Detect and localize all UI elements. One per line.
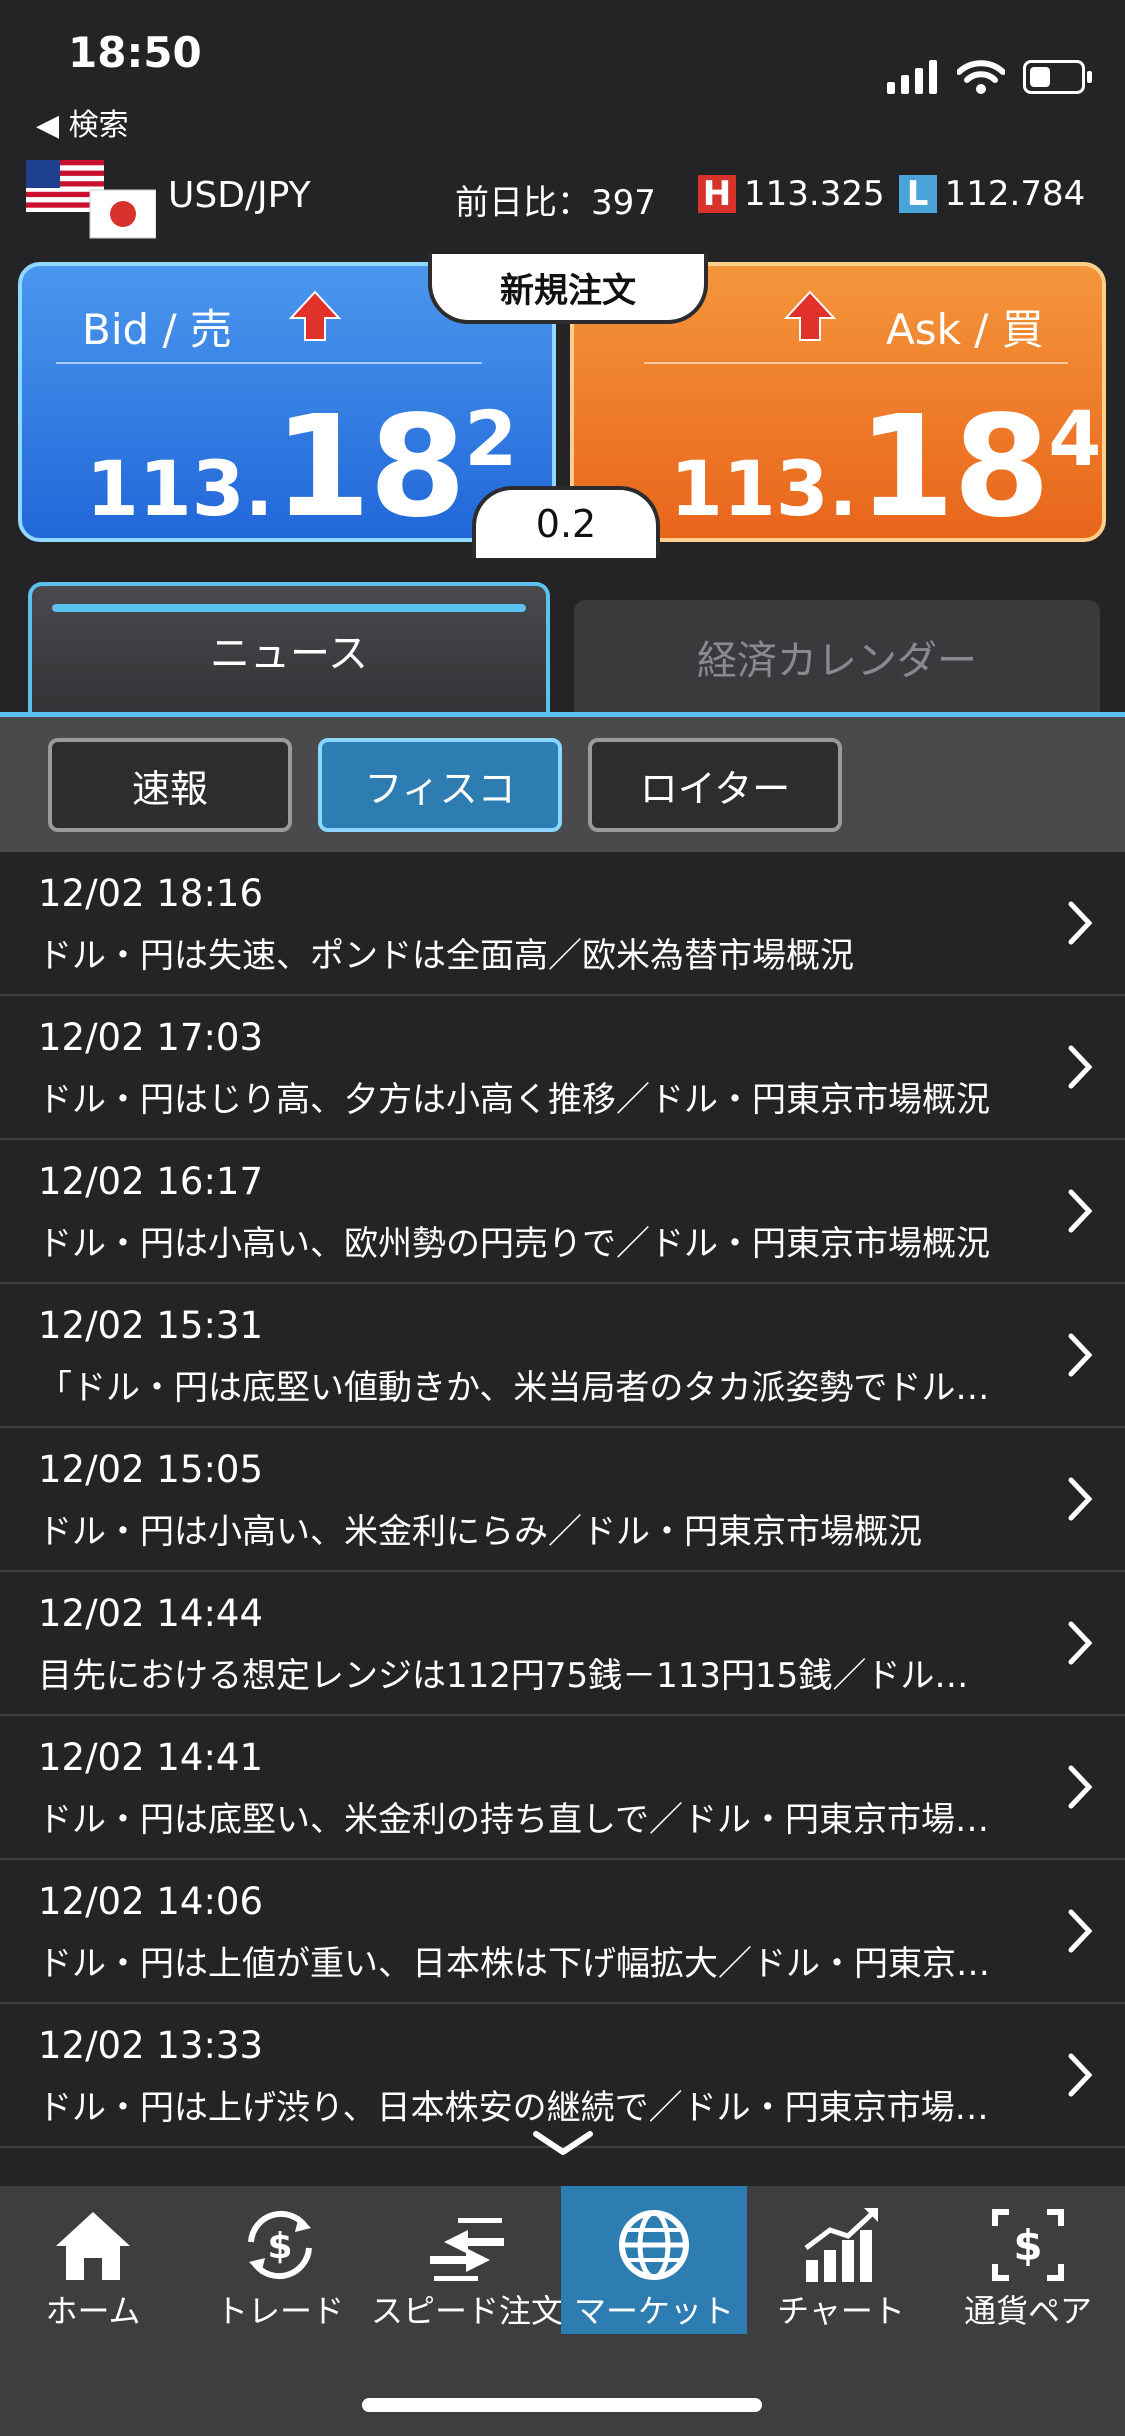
news-title: ドル・円は底堅い、米金利の持ち直しで／ドル・円東京市場… [38, 1800, 989, 1840]
battery-icon [1023, 60, 1092, 94]
spread-value: 0.2 [472, 486, 660, 558]
news-time: 12/02 14:41 [38, 1736, 264, 1779]
news-list-item[interactable]: 12/02 15:31 「ドル・円は底堅い値動きか、米当局者のタカ派姿勢でドル… [0, 1284, 1125, 1428]
chevron-right-icon [1068, 1333, 1093, 1377]
news-list-item[interactable]: 12/02 17:03 ドル・円はじり高、夕方は小高く推移／ドル・円東京市場概況 [0, 996, 1125, 1140]
tab-news[interactable]: ニュース [28, 582, 550, 714]
news-time: 12/02 14:44 [38, 1592, 264, 1635]
chevron-right-icon [1068, 1621, 1093, 1665]
bid-price-major: 113. [86, 444, 274, 533]
nav-speed-order[interactable]: スピード注文 [371, 2186, 563, 2334]
speed-order-icon [430, 2218, 504, 2281]
tab-news-label: ニュース [210, 631, 368, 677]
svg-text:$: $ [1013, 2221, 1042, 2270]
news-list: 12/02 18:16 ドル・円は失速、ポンドは全面高／欧米為替市場概況 12/… [0, 852, 1125, 2148]
high-low: H 113.325 L 112.784 [698, 174, 1085, 214]
low-badge: L [898, 174, 937, 214]
bid-price: 113. 18 2 [86, 386, 518, 542]
bid-price-pip: 2 [464, 394, 518, 483]
globe-icon [619, 2210, 689, 2280]
news-list-item[interactable]: 12/02 14:06 ドル・円は上値が重い、日本株は下げ幅拡大／ドル・円東京… [0, 1860, 1125, 2004]
tab-economic-calendar-label: 経済カレンダー [697, 638, 977, 684]
news-list-item[interactable]: 12/02 14:44 目先における想定レンジは112円75銭－113円15銭／… [0, 1572, 1125, 1716]
chevron-right-icon [1068, 901, 1093, 945]
currency-pair-label: USD/JPY [168, 175, 311, 216]
bid-up-arrow-icon [288, 290, 342, 341]
filter-breaking-button[interactable]: 速報 [48, 738, 292, 832]
trade-icon: $ [248, 2210, 312, 2280]
scroll-more-chevron-down-icon[interactable] [528, 2126, 598, 2160]
status-icons [887, 60, 1092, 94]
chevron-right-icon [1068, 1909, 1093, 1953]
news-time: 12/02 14:06 [38, 1880, 264, 1923]
ask-up-arrow-icon [783, 290, 837, 341]
news-time: 12/02 18:16 [38, 872, 264, 915]
high-value: 113.325 [744, 174, 885, 214]
tab-economic-calendar[interactable]: 経済カレンダー [574, 600, 1100, 714]
svg-text:$: $ [267, 2226, 292, 2267]
bid-label: Bid / 売 [82, 305, 232, 354]
chevron-right-icon [1068, 2053, 1093, 2097]
bid-price-big: 18 [273, 386, 467, 542]
ask-label: Ask / 買 [886, 305, 1044, 354]
news-title: 「ドル・円は底堅い値動きか、米当局者のタカ派姿勢でドル… [38, 1368, 990, 1408]
usd-jpy-flags-icon [26, 160, 156, 239]
day-change: 前日比：397 [455, 183, 656, 223]
news-time: 12/02 15:31 [38, 1304, 264, 1347]
nav-currency-pair-label: 通貨ペア [963, 2292, 1092, 2330]
ask-price-major: 113. [670, 444, 858, 533]
filter-reuters-button[interactable]: ロイター [588, 738, 842, 832]
news-time: 12/02 15:05 [38, 1448, 264, 1491]
news-title: 目先における想定レンジは112円75銭－113円15銭／ドル… [38, 1656, 969, 1696]
home-icon [56, 2212, 130, 2280]
currency-pair-icon: $ [992, 2209, 1064, 2281]
nav-currency-pair[interactable]: $ 通貨ペア [935, 2186, 1121, 2334]
chevron-right-icon [1068, 1189, 1093, 1233]
news-title: ドル・円は小高い、米金利にらみ／ドル・円東京市場概況 [38, 1512, 922, 1552]
news-title: ドル・円は小高い、欧州勢の円売りで／ドル・円東京市場概況 [38, 1224, 990, 1264]
high-badge: H [698, 174, 736, 214]
back-to-search-link[interactable]: ◀ 検索 [36, 100, 129, 144]
nav-home[interactable]: ホーム [0, 2186, 186, 2334]
nav-home-label: ホーム [45, 2292, 141, 2330]
news-title: ドル・円は失速、ポンドは全面高／欧米為替市場概況 [38, 936, 854, 976]
news-list-item[interactable]: 12/02 18:16 ドル・円は失速、ポンドは全面高／欧米為替市場概況 [0, 852, 1125, 996]
news-time: 12/02 16:17 [38, 1160, 264, 1203]
new-order-button[interactable]: 新規注文 [428, 254, 708, 324]
filter-fisco-button[interactable]: フィスコ [318, 738, 562, 832]
nav-market[interactable]: マーケット [561, 2186, 747, 2334]
news-list-item[interactable]: 12/02 16:17 ドル・円は小高い、欧州勢の円売りで／ドル・円東京市場概況 [0, 1140, 1125, 1284]
news-time: 12/02 17:03 [38, 1016, 264, 1059]
nav-market-label: マーケット [573, 2292, 734, 2330]
wifi-icon [957, 60, 1005, 94]
news-list-item[interactable]: 12/02 14:41 ドル・円は底堅い、米金利の持ち直しで／ドル・円東京市場… [0, 1716, 1125, 1860]
news-list-item[interactable]: 12/02 15:05 ドル・円は小高い、米金利にらみ／ドル・円東京市場概況 [0, 1428, 1125, 1572]
ask-price: 113. 18 4 [670, 386, 1102, 542]
nav-trade-label: トレード [215, 2292, 344, 2330]
chevron-right-icon [1068, 1045, 1093, 1089]
chart-icon [804, 2208, 878, 2282]
ask-price-big: 18 [857, 386, 1051, 542]
nav-chart[interactable]: チャート [748, 2186, 934, 2334]
chevron-right-icon [1068, 1477, 1093, 1521]
news-time: 12/02 13:33 [38, 2024, 264, 2067]
news-title: ドル・円は上値が重い、日本株は下げ幅拡大／ドル・円東京… [38, 1944, 990, 1984]
home-indicator [362, 2398, 762, 2412]
cellular-signal-icon [887, 60, 937, 94]
nav-trade[interactable]: $ トレード [187, 2186, 373, 2334]
nav-chart-label: チャート [777, 2292, 905, 2330]
chevron-right-icon [1068, 1765, 1093, 1809]
low-value: 112.784 [944, 174, 1086, 214]
nav-speed-order-label: スピード注文 [370, 2292, 563, 2330]
news-title: ドル・円はじり高、夕方は小高く推移／ドル・円東京市場概況 [38, 1080, 990, 1120]
status-time: 18:50 [68, 28, 202, 77]
tab-active-indicator [52, 604, 526, 612]
bid-divider [56, 362, 482, 364]
ask-price-pip: 4 [1048, 394, 1102, 483]
news-title: ドル・円は上げ渋り、日本株安の継続で／ドル・円東京市場… [38, 2088, 989, 2128]
ask-divider [644, 362, 1068, 364]
